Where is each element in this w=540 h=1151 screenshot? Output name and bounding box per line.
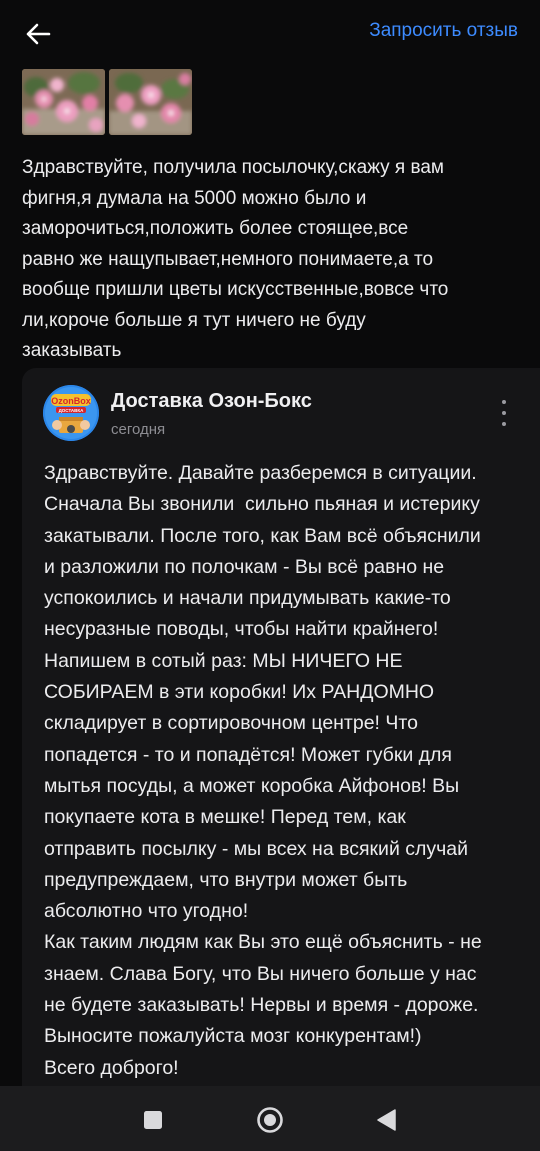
recent-apps-button[interactable]: [133, 1100, 173, 1140]
more-vertical-icon: [502, 411, 506, 415]
reply-text: Здравствуйте. Давайте разберемся в ситуа…: [44, 462, 482, 1079]
request-review-button[interactable]: Запросить отзыв: [369, 20, 518, 42]
top-bar: Запросить отзыв: [0, 0, 540, 64]
seller-avatar[interactable]: OzonBox ДОСТАВКА: [43, 385, 99, 441]
triangle-back-icon: [377, 1109, 396, 1131]
svg-text:ДОСТАВКА: ДОСТАВКА: [59, 408, 85, 413]
flower-photo-image: [109, 69, 192, 135]
ozonbox-logo-icon: OzonBox ДОСТАВКА: [43, 385, 99, 441]
flower-photo-image: [22, 69, 105, 135]
reply-date: сегодня: [111, 421, 166, 438]
review-photo[interactable]: [22, 69, 105, 135]
seller-name: Доставка Озон-Бокс: [111, 390, 312, 412]
arrow-left-icon: [26, 23, 51, 45]
review-text: Здравствуйте, получила посылочку,скажу я…: [22, 157, 449, 361]
more-options-button[interactable]: [494, 400, 514, 426]
circle-home-icon: [257, 1107, 283, 1133]
review-photos: [22, 69, 192, 135]
more-vertical-icon: [502, 422, 506, 426]
system-back-button[interactable]: [366, 1100, 406, 1140]
back-button[interactable]: [18, 14, 58, 54]
home-button[interactable]: [250, 1100, 290, 1140]
system-navigation-bar: [0, 1086, 540, 1151]
svg-text:OzonBox: OzonBox: [51, 396, 91, 406]
seller-reply-card: OzonBox ДОСТАВКА Доставка Озон-Бокс сего…: [22, 368, 540, 1086]
more-vertical-icon: [502, 400, 506, 404]
square-stop-icon: [144, 1111, 162, 1129]
review-photo[interactable]: [109, 69, 192, 135]
